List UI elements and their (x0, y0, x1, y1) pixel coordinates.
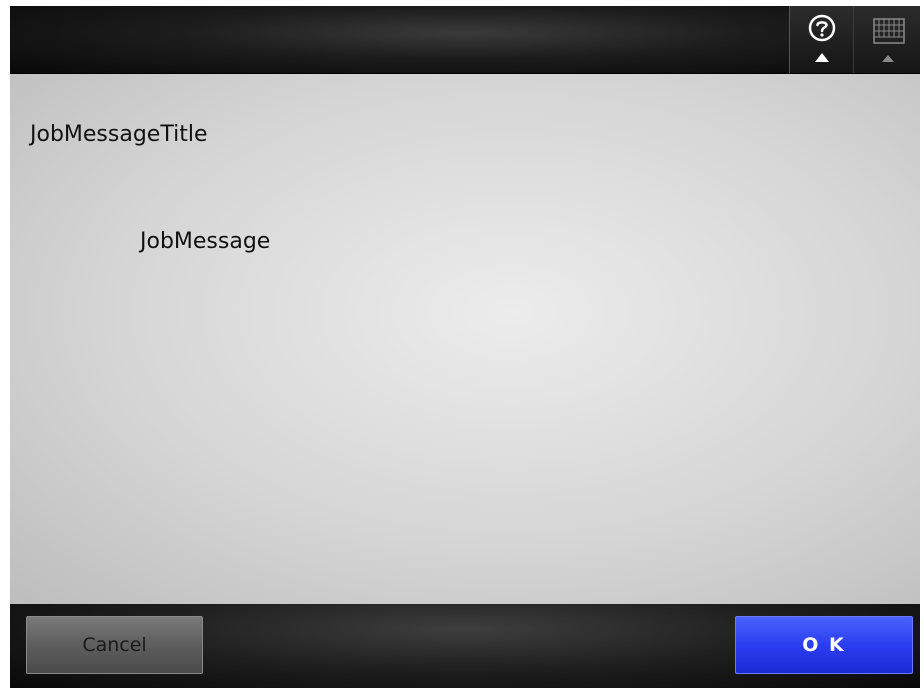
message-area: JobMessageTitle JobMessage (10, 74, 920, 604)
keyboard-icon (873, 18, 905, 44)
bottom-bar: Cancel O K (10, 604, 920, 688)
cancel-button[interactable]: Cancel (26, 616, 203, 674)
keyboard-expand-arrow-icon (882, 55, 894, 62)
keyboard-button[interactable] (853, 6, 920, 73)
top-bar (10, 6, 920, 74)
help-button[interactable] (789, 6, 853, 73)
ok-button[interactable]: O K (735, 616, 913, 674)
help-question-icon (808, 14, 836, 42)
panel-screen: JobMessageTitle JobMessage Cancel O K (10, 6, 920, 688)
window-frame: JobMessageTitle JobMessage Cancel O K (0, 0, 920, 688)
message-body: JobMessage (140, 229, 271, 254)
expand-up-arrow-icon (815, 53, 829, 62)
message-title: JobMessageTitle (30, 122, 208, 147)
